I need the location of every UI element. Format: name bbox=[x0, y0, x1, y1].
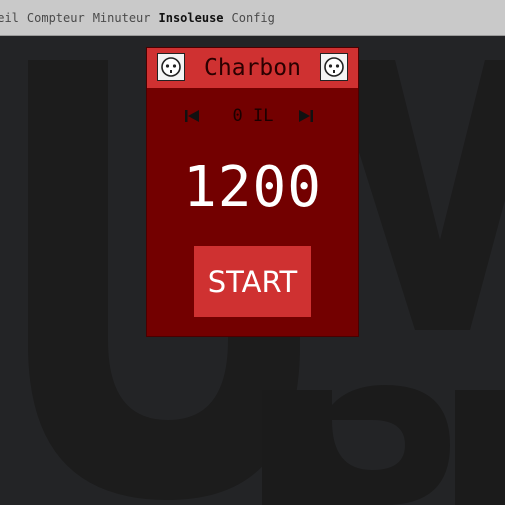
panel-header: Charbon bbox=[147, 48, 358, 88]
nav-menu: ueil Compteur Minuteur Insoleuse Config bbox=[0, 11, 275, 25]
top-nav-bar: ueil Compteur Minuteur Insoleuse Config bbox=[0, 0, 505, 36]
socket-icon[interactable] bbox=[157, 53, 185, 81]
start-button[interactable]: START bbox=[194, 246, 311, 317]
program-label: 0 IL bbox=[232, 106, 274, 126]
nav-item-config[interactable]: Config bbox=[232, 11, 275, 25]
skip-previous-icon[interactable] bbox=[179, 101, 205, 131]
skip-next-icon[interactable] bbox=[293, 101, 319, 131]
timer-value: 1200 bbox=[183, 155, 322, 220]
program-selector: 0 IL bbox=[147, 101, 358, 131]
panel-title: Charbon bbox=[204, 55, 301, 81]
socket-icon[interactable] bbox=[320, 53, 348, 81]
nav-item-insoleuse[interactable]: Insoleuse bbox=[159, 11, 224, 25]
nav-item-minuteur[interactable]: Minuteur bbox=[93, 11, 151, 25]
nav-item-compteur[interactable]: Compteur bbox=[27, 11, 85, 25]
nav-item-accueil[interactable]: ueil bbox=[0, 11, 19, 25]
insoleuse-panel: Charbon 0 IL 1200 START bbox=[147, 48, 358, 336]
